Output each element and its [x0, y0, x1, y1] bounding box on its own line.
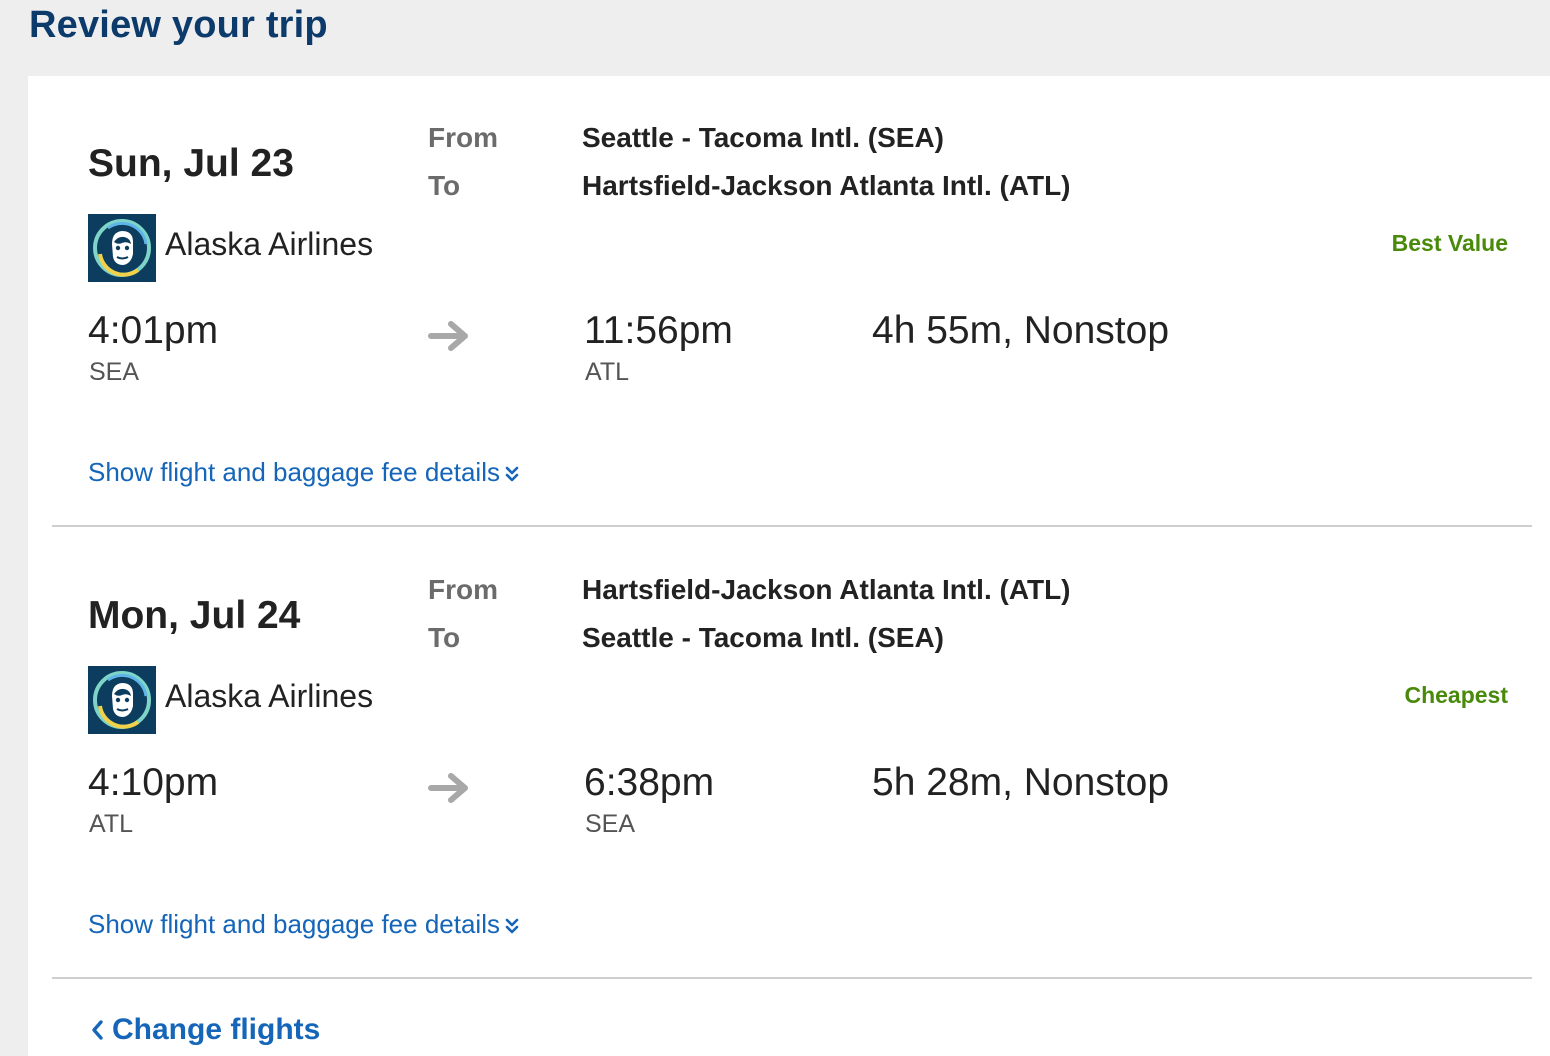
alaska-airlines-logo-icon — [88, 666, 156, 734]
origin-airport: Seattle - Tacoma Intl. (SEA) — [582, 122, 944, 153]
leg-date: Mon, Jul 24 — [88, 594, 301, 637]
airline-name: Alaska Airlines — [165, 678, 374, 714]
chevron-double-down-icon — [505, 458, 519, 482]
departure-airport-code: ATL — [89, 810, 133, 838]
show-details-label: Show flight and baggage fee details — [88, 909, 500, 939]
leg-divider — [52, 525, 1532, 527]
alaska-airlines-logo-icon — [88, 214, 156, 282]
leg-divider — [52, 977, 1532, 979]
deal-badge: Cheapest — [1404, 682, 1508, 708]
destination-airport: Seattle - Tacoma Intl. (SEA) — [582, 622, 944, 653]
arrow-right-icon — [428, 319, 470, 353]
chevron-double-down-icon — [505, 910, 519, 934]
destination-airport: Hartsfield-Jackson Atlanta Intl. (ATL) — [582, 170, 1071, 201]
from-label: From — [428, 574, 498, 605]
departure-time: 4:01pm — [88, 309, 219, 352]
airline-name: Alaska Airlines — [165, 226, 374, 262]
flight-leg-outbound: Sun, Jul 23 From To Seattle - Tacoma Int… — [28, 76, 1550, 528]
flight-duration: 5h 28m, Nonstop — [872, 761, 1170, 804]
leg-date: Sun, Jul 23 — [88, 142, 294, 185]
arrival-airport-code: ATL — [585, 358, 629, 386]
arrival-time: 6:38pm — [584, 761, 715, 804]
trip-summary-card: Sun, Jul 23 From To Seattle - Tacoma Int… — [28, 76, 1550, 1056]
flight-duration: 4h 55m, Nonstop — [872, 309, 1170, 352]
to-label: To — [428, 622, 461, 653]
departure-time: 4:10pm — [88, 761, 219, 804]
show-details-link[interactable]: Show flight and baggage fee details — [88, 909, 519, 940]
deal-badge: Best Value — [1391, 230, 1508, 256]
arrival-time: 11:56pm — [584, 309, 733, 352]
to-label: To — [428, 170, 461, 201]
arrival-airport-code: SEA — [585, 810, 636, 838]
chevron-left-icon — [90, 1015, 104, 1040]
show-details-link[interactable]: Show flight and baggage fee details — [88, 457, 519, 488]
from-label: From — [428, 122, 498, 153]
flight-leg-return: Mon, Jul 24 From To Hartsfield-Jackson A… — [28, 528, 1550, 980]
arrow-right-icon — [428, 771, 470, 805]
departure-airport-code: SEA — [89, 358, 140, 386]
page-title: Review your trip — [29, 4, 328, 46]
origin-airport: Hartsfield-Jackson Atlanta Intl. (ATL) — [582, 574, 1071, 605]
show-details-label: Show flight and baggage fee details — [88, 457, 500, 487]
change-flights-link[interactable]: Change flights — [90, 1013, 320, 1047]
change-flights-label: Change flights — [112, 1013, 321, 1046]
